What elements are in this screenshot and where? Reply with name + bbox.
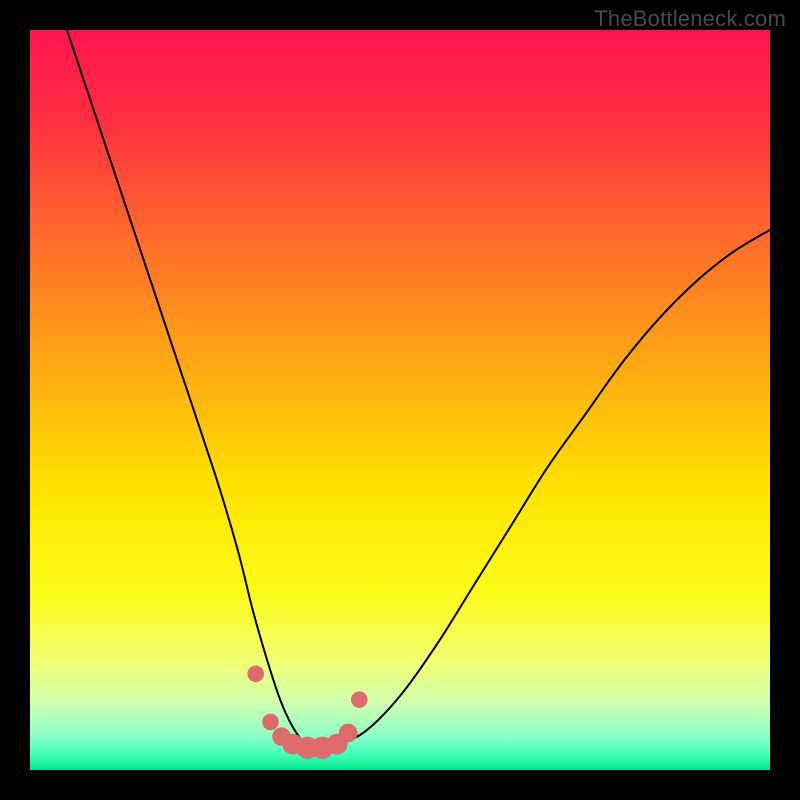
marker-dot: [351, 691, 368, 708]
curve-layer: [30, 30, 770, 770]
chart-frame: TheBottleneck.com: [0, 0, 800, 800]
marker-dot: [339, 724, 358, 743]
plot-area: [30, 30, 770, 770]
bottleneck-curve: [67, 30, 770, 750]
marker-dot: [262, 714, 279, 731]
marker-dot: [247, 666, 264, 683]
optimal-range-markers: [247, 666, 367, 760]
watermark-text: TheBottleneck.com: [594, 6, 786, 32]
